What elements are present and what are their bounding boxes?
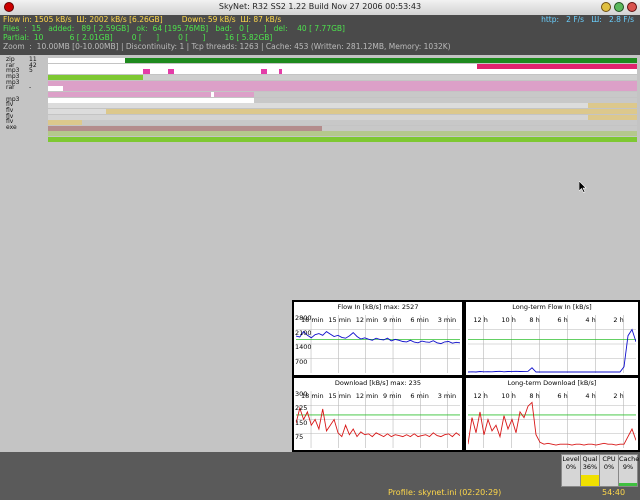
graph-plot	[468, 315, 636, 373]
zoom-stats: Zoom : 10.00MB [0-10.00MB] | Discontinui…	[3, 42, 451, 51]
minimize-icon[interactable]	[601, 2, 611, 12]
download-lt-graph: Long-term Download [kB/s] 12 h 10 h 8 h 6 h 4…	[466, 378, 638, 450]
y-tick-label: 1400	[295, 343, 312, 351]
graph-title: Flow In [kB/s] max: 2527	[337, 303, 419, 311]
progress-segment	[48, 137, 637, 143]
y-tick-label: 2100	[295, 328, 312, 337]
x-tick-label: 12 min	[355, 316, 379, 324]
meter-fill	[581, 474, 599, 486]
graph-title: Download [kB/s] max: 235	[334, 379, 422, 387]
x-tick-label: 9 min	[383, 316, 402, 324]
x-tick-label: 3 min	[437, 392, 457, 400]
http-stats: http: 2 F/s Ш: 2.8 F/s	[541, 15, 634, 24]
skynet-window: SkyNet: R32 SS2 1.22 Build Nov 27 2006 0…	[0, 0, 640, 500]
series-line	[296, 406, 460, 438]
profile-label: Profile: skynet.ini (02:20:29)	[388, 488, 502, 497]
y-tick-label: 150	[295, 418, 308, 427]
download-list[interactable]: zip 11 rar 42 mp3 5 mp3 mp3 rar - mp3 flv flv flv flv e…	[0, 56, 640, 143]
x-tick-label: 6 h	[557, 392, 568, 400]
meter-value: 0%	[603, 463, 615, 471]
meter-value: 9%	[622, 463, 634, 471]
x-tick-label: 2 h	[613, 316, 624, 324]
graphs-panel: Flow In [kB/s] max: 2527 18 min 15 min 12 m…	[292, 300, 640, 452]
mouse-cursor-icon	[579, 181, 587, 193]
meter-label: Qual	[582, 455, 598, 463]
x-tick-label: 8 h	[529, 392, 540, 400]
x-tick-label: 3 min	[437, 316, 457, 324]
meter-level: Level 0%	[561, 454, 581, 487]
download-row[interactable]	[0, 136, 640, 143]
graph-plot	[468, 391, 636, 448]
title-bar: SkyNet: R32 SS2 1.22 Build Nov 27 2006 0…	[0, 0, 640, 16]
x-tick-label: 15 min	[328, 316, 351, 324]
x-tick-label: 2 h	[613, 392, 624, 400]
series-line	[296, 330, 460, 345]
x-tick-label: 6 min	[410, 392, 429, 400]
meter-cpu: CPU 0%	[599, 454, 619, 487]
y-tick-label: 2800	[295, 314, 312, 322]
x-tick-label: 4 h	[585, 316, 596, 324]
x-tick-label: 6 h	[557, 316, 568, 324]
x-tick-label: 6 min	[410, 316, 429, 324]
x-tick-label: 12 min	[355, 392, 379, 400]
download-graph: Download [kB/s] max: 235 18 min 15 min 12 m…	[294, 378, 462, 450]
meter-value: 36%	[582, 463, 598, 471]
series-line	[468, 401, 636, 446]
x-tick-label: 12 h	[473, 316, 488, 324]
series-line	[468, 328, 636, 373]
x-tick-label: 8 h	[529, 316, 540, 324]
meter-cache: Cache 9%	[618, 454, 640, 487]
flow-in-lt-graph: Long-term Flow In [kB/s] 12 h 10 h 8 h 6 h 4 …	[466, 302, 638, 375]
x-tick-label: 10 h	[501, 392, 516, 400]
x-tick-label: 12 h	[473, 392, 488, 400]
status-panel: Flow in: 1505 kB/s Ш: 2002 kB/s [6.26GB]…	[0, 15, 640, 55]
footer-bar: Level 0% Qual 36% CPU 0% Cache 9% Profile: skyn…	[0, 452, 640, 500]
x-tick-label: 15 min	[328, 392, 351, 400]
clock-label: 54:40	[602, 488, 626, 497]
y-tick-label: 75	[295, 432, 304, 441]
x-tick-label: 9 min	[383, 392, 402, 400]
close-icon[interactable]	[627, 2, 637, 12]
partial-stats: Partial: 10 6 [ 2.01GB] 0 [ ] 0 [ ] 16 […	[3, 33, 273, 42]
y-tick-label: 700	[295, 357, 308, 366]
graph-title: Long-term Flow In [kB/s]	[512, 303, 592, 311]
meter-value: 0%	[565, 463, 577, 471]
y-tick-label: 300	[295, 390, 308, 398]
meter-label: Cache	[619, 455, 640, 463]
flow-in-graph: Flow In [kB/s] max: 2527 18 min 15 min 12 m…	[294, 302, 462, 375]
meter-label: Level	[562, 455, 580, 463]
files-stats: Files : 15 added: 89 [ 2.59GB] ok: 64 [1…	[3, 24, 345, 33]
meter-label: CPU	[602, 455, 616, 463]
graph-title: Long-term Download [kB/s]	[507, 379, 597, 387]
meter-qual: Qual 36%	[580, 454, 600, 487]
y-tick-label: 225	[295, 404, 308, 413]
flow-stats: Flow in: 1505 kB/s Ш: 2002 kB/s [6.26GB]…	[3, 15, 282, 24]
window-title: SkyNet: R32 SS2 1.22 Build Nov 27 2006 0…	[218, 2, 422, 11]
maximize-icon[interactable]	[614, 2, 624, 12]
x-tick-label: 10 h	[501, 316, 516, 324]
x-tick-label: 4 h	[585, 392, 596, 400]
meter-fill	[619, 483, 637, 486]
